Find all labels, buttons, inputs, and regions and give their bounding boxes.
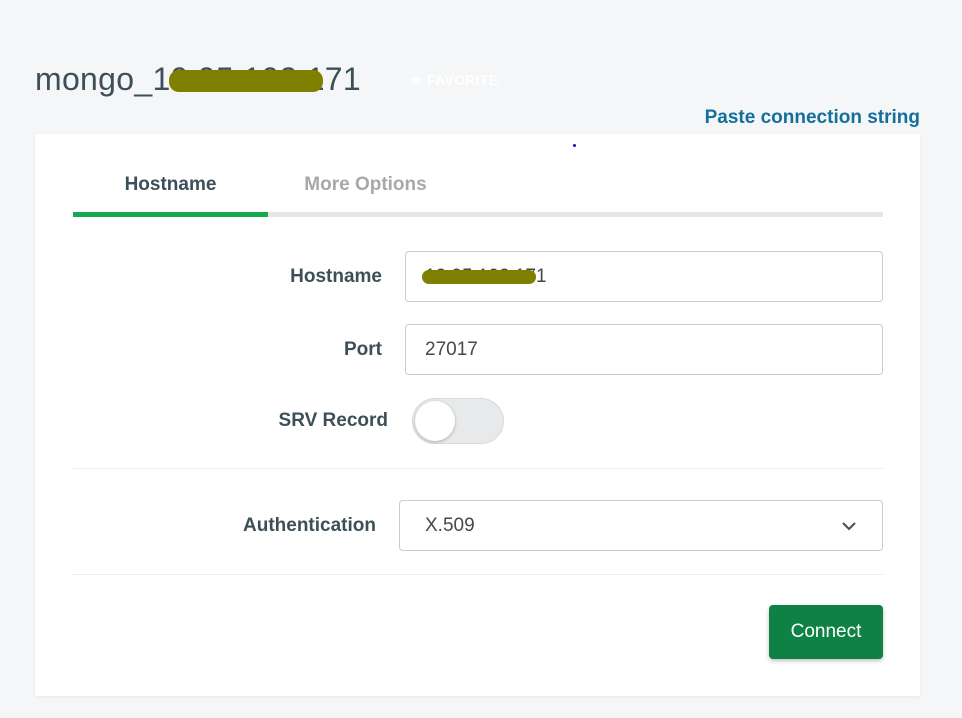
toggle-knob — [415, 401, 455, 441]
favorite-label: FAVORITE — [426, 72, 499, 88]
connect-button[interactable]: Connect — [769, 605, 883, 659]
port-input[interactable]: 27017 — [405, 324, 883, 375]
hostname-label: Hostname — [290, 265, 382, 287]
chevron-down-icon — [842, 521, 856, 530]
port-label: Port — [344, 338, 382, 360]
port-row: Port 27017 — [35, 324, 883, 375]
connection-form-card: Hostname More Options Hostname 10.95.102… — [35, 134, 920, 696]
hostname-input[interactable]: 10.95.102.171 — [405, 251, 883, 302]
tab-hostname[interactable]: Hostname — [73, 164, 268, 217]
authentication-selected: X.509 — [425, 514, 475, 536]
paste-connection-string-link[interactable]: Paste connection string — [705, 107, 920, 129]
favorite-button[interactable]: FAVORITE — [409, 72, 498, 88]
stray-dot — [573, 144, 576, 147]
tab-more-options[interactable]: More Options — [268, 164, 463, 212]
tab-bar: Hostname More Options — [73, 164, 883, 217]
redaction-mark — [169, 70, 323, 92]
srv-record-label: SRV Record — [278, 410, 388, 431]
title-row: mongo_10.95.102.171 FAVORITE — [35, 56, 498, 102]
srv-record-toggle[interactable] — [412, 398, 504, 444]
port-value: 27017 — [425, 338, 478, 360]
divider — [73, 468, 883, 469]
authentication-select[interactable]: X.509 — [399, 500, 883, 551]
redaction-mark — [422, 270, 536, 284]
authentication-row: Authentication X.509 — [35, 500, 883, 551]
authentication-label: Authentication — [243, 514, 376, 536]
divider — [73, 574, 883, 575]
hostname-row: Hostname 10.95.102.171 — [35, 251, 883, 302]
star-icon — [410, 74, 422, 85]
srv-record-row: SRV Record — [35, 398, 504, 444]
